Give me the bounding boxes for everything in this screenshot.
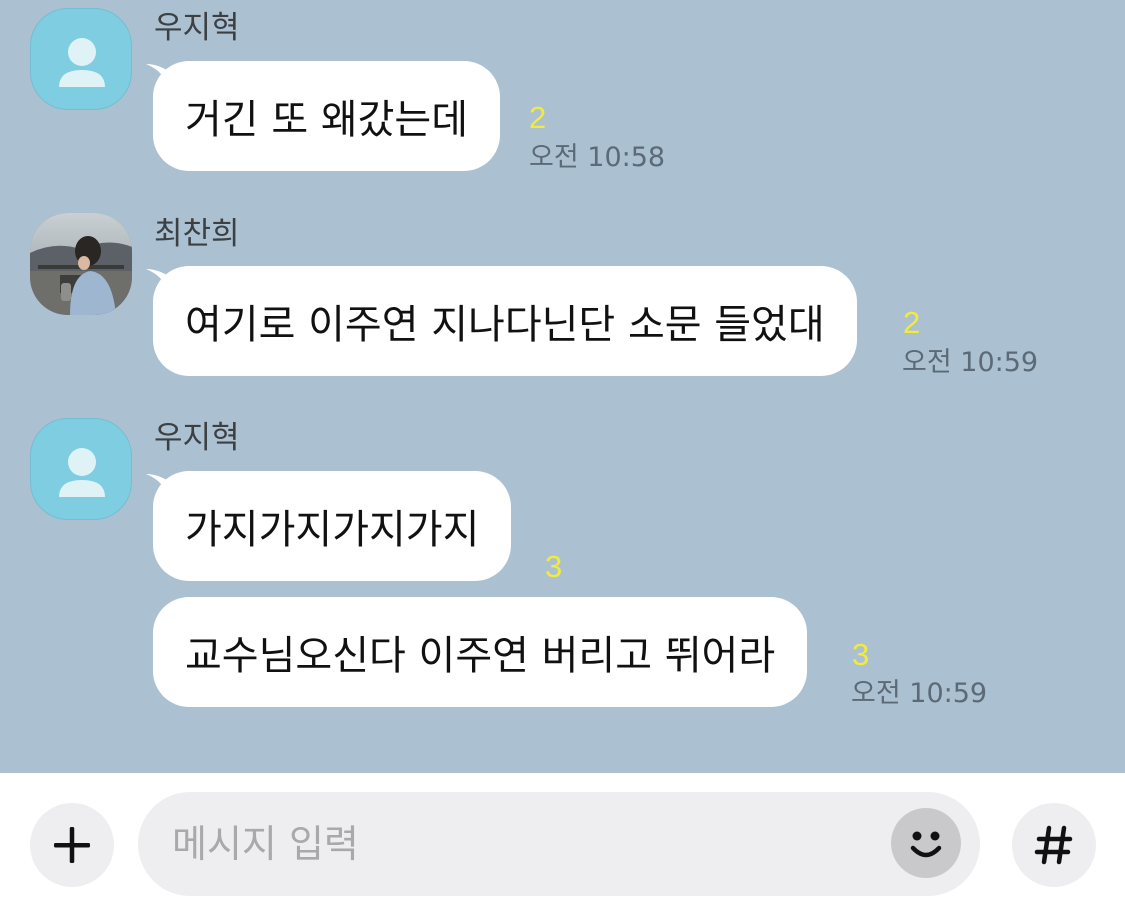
profile-photo — [30, 213, 132, 315]
sender-name: 최찬희 — [154, 216, 240, 252]
sender-name: 우지혁 — [154, 10, 240, 46]
unread-count: 2 — [903, 305, 921, 340]
message-bubble[interactable]: 여기로 이주연 지나다닌단 소문 들었대 — [153, 266, 857, 376]
hash-icon — [1034, 825, 1073, 865]
hashtag-button[interactable] — [1012, 803, 1096, 887]
plus-icon — [54, 827, 90, 863]
default-person-icon — [59, 38, 105, 87]
smiley-icon — [910, 831, 942, 858]
message-time: 오전 10:59 — [851, 678, 988, 709]
message-bubble[interactable]: 거긴 또 왜갔는데 — [153, 61, 501, 171]
attach-button[interactable] — [30, 803, 114, 887]
default-person-icon — [59, 448, 105, 497]
sender-name: 우지혁 — [154, 420, 240, 456]
message-bubble[interactable]: 가지가지가지가지 — [153, 471, 512, 581]
message-bubble[interactable]: 교수님오신다 이주연 버리고 뛰어라 — [153, 597, 808, 707]
avatar[interactable] — [30, 8, 132, 110]
message-input[interactable] — [138, 792, 980, 896]
unread-count: 3 — [852, 637, 870, 672]
unread-count: 2 — [529, 100, 547, 135]
avatar[interactable] — [30, 418, 132, 520]
chat-area: 우지혁 거긴 또 왜갔는데 2 오전 10:58 최찬희 여기로 이주연 지나다… — [0, 0, 1125, 773]
input-bar — [0, 773, 1125, 914]
avatar[interactable] — [30, 213, 132, 315]
message-time: 오전 10:59 — [902, 347, 1039, 378]
emoji-button[interactable] — [891, 808, 961, 878]
message-time: 오전 10:58 — [529, 142, 666, 173]
unread-count: 3 — [545, 549, 563, 584]
